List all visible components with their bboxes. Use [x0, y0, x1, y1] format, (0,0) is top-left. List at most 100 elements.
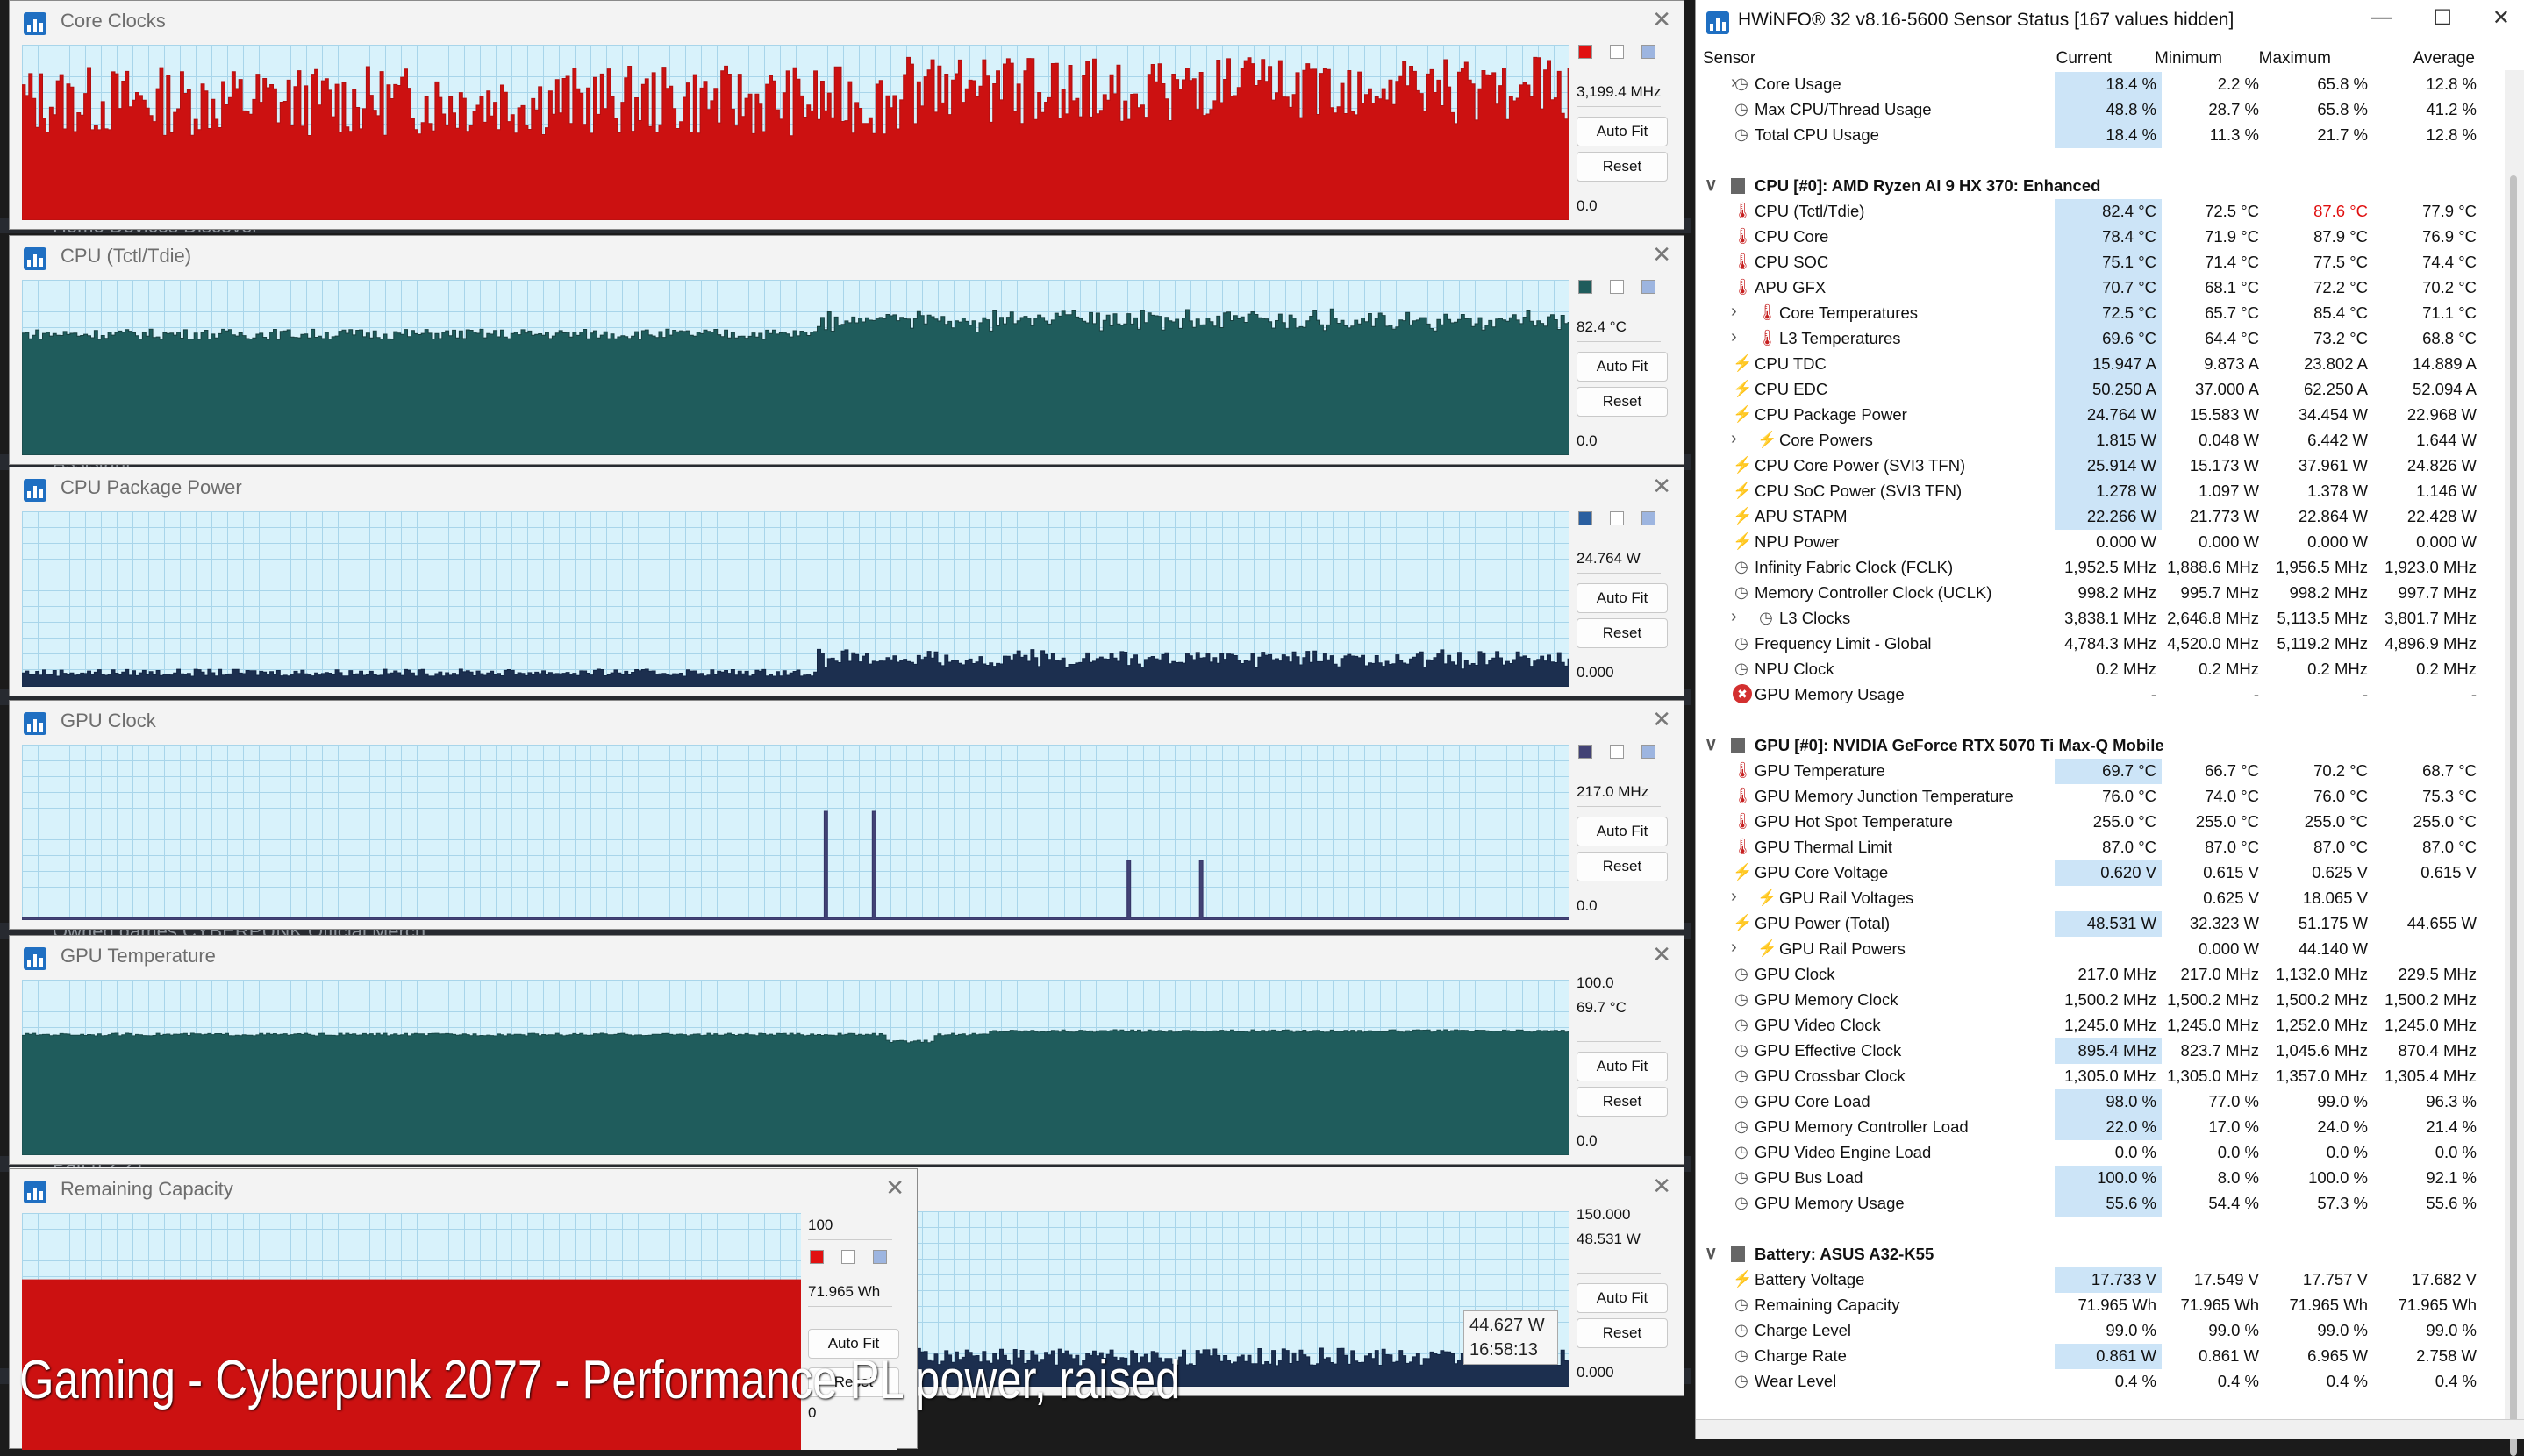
minimize-icon[interactable]: —	[2371, 5, 2392, 30]
auto-fit-button[interactable]: Auto Fit	[1577, 817, 1668, 846]
title-bar[interactable]: CPU (Tctl/Tdie) ✕	[10, 236, 1684, 280]
swatch-white[interactable]	[1610, 45, 1624, 59]
close-icon[interactable]: ✕	[1652, 473, 1671, 500]
swatch-blue[interactable]	[873, 1250, 887, 1264]
close-icon[interactable]: ✕	[1652, 241, 1671, 268]
sensor-row[interactable]: 🌡 APU GFX 70.7 °C 68.1 °C 72.2 °C 70.2 °C	[1696, 275, 2503, 301]
collapse-chevron-icon[interactable]: ∨	[1705, 1242, 1718, 1264]
swatch-white[interactable]	[1610, 511, 1624, 525]
swatch-color[interactable]	[1578, 45, 1592, 59]
sensor-row[interactable]: ◷ Infinity Fabric Clock (FCLK) 1,952.5 MHz…	[1696, 555, 2503, 581]
close-icon[interactable]: ✕	[1652, 1173, 1671, 1200]
auto-fit-button[interactable]: Auto Fit	[1577, 583, 1668, 613]
auto-fit-button[interactable]: Auto Fit	[1577, 1283, 1668, 1313]
sensor-row[interactable]: › 🌡 Core Temperatures 72.5 °C 65.7 °C 85.4 °C…	[1696, 301, 2503, 326]
sensor-row[interactable]: ◷ GPU Memory Controller Load 22.0 % 17.0 % 2…	[1696, 1115, 2503, 1140]
title-bar[interactable]: GPU Temperature ✕	[10, 936, 1684, 980]
sensor-row[interactable]: ✖ GPU Memory Usage - - - -	[1696, 682, 2503, 708]
sensor-row[interactable]: 🌡 CPU SOC 75.1 °C 71.4 °C 77.5 °C 74.4 °C	[1696, 250, 2503, 275]
swatch-white[interactable]	[841, 1250, 855, 1264]
expand-chevron-icon[interactable]: ›	[1731, 302, 1737, 322]
swatch-color[interactable]	[1578, 511, 1592, 525]
sensor-row[interactable]: ⚡ CPU TDC 15.947 A 9.873 A 23.802 A 14.889 A	[1696, 352, 2503, 377]
sensor-row[interactable]: ◷ GPU Bus Load 100.0 % 8.0 % 100.0 % 92.1 %	[1696, 1166, 2503, 1191]
close-icon[interactable]: ✕	[2492, 5, 2510, 31]
sensor-row[interactable]: ◷ Frequency Limit - Global 4,784.3 MHz 4,52…	[1696, 632, 2503, 657]
column-sensor[interactable]: Sensor	[1703, 49, 1755, 68]
sensor-row[interactable]: ⚡ CPU EDC 50.250 A 37.000 A 62.250 A 52.094 A	[1696, 377, 2503, 403]
graph-window[interactable]: CPU Package Power ✕ 24.764 W Auto Fit Reset 0…	[9, 467, 1684, 696]
reset-button[interactable]: Reset	[1577, 1087, 1668, 1117]
sensor-row[interactable]: 🌡 GPU Memory Junction Temperature 76.0 °C 7…	[1696, 784, 2503, 810]
swatch-white[interactable]	[1610, 280, 1624, 294]
reset-button[interactable]: Reset	[1577, 1318, 1668, 1348]
reset-button[interactable]: Reset	[1577, 852, 1668, 881]
swatch-white[interactable]	[1610, 745, 1624, 759]
swatch-blue[interactable]	[1641, 745, 1655, 759]
sensor-row[interactable]: › 🌡 L3 Temperatures 69.6 °C 64.4 °C 73.2 °C 68…	[1696, 326, 2503, 352]
sensor-row[interactable]: ⚡ GPU Power (Total) 48.531 W 32.323 W 51.175…	[1696, 911, 2503, 937]
sensor-group[interactable]: ∨ Battery: ASUS A32-K55	[1696, 1242, 2503, 1267]
expand-chevron-icon[interactable]: ›	[1731, 607, 1737, 627]
sensor-row[interactable]: ◷ Charge Level 99.0 % 99.0 % 99.0 % 99.0 %	[1696, 1318, 2503, 1344]
sensor-row[interactable]: ⚡ CPU Package Power 24.764 W 15.583 W 34.454…	[1696, 403, 2503, 428]
sensor-row[interactable]: ⚡ CPU Core Power (SVI3 TFN) 25.914 W 15.173…	[1696, 453, 2503, 479]
auto-fit-button[interactable]: Auto Fit	[1577, 352, 1668, 382]
hwinfo-sensor-window[interactable]: HWiNFO® 32 v8.16-5600 Sensor Status [167…	[1695, 0, 2524, 1456]
column-current[interactable]: Current	[2056, 49, 2112, 68]
expand-chevron-icon[interactable]: ›	[1731, 327, 1737, 347]
collapse-chevron-icon[interactable]: ∨	[1705, 733, 1718, 755]
maximize-icon[interactable]: ☐	[2433, 5, 2452, 31]
title-bar[interactable]: CPU Package Power ✕	[10, 467, 1684, 511]
collapse-chevron-icon[interactable]: ∨	[1705, 174, 1718, 196]
expand-chevron-icon[interactable]: ›	[1731, 938, 1737, 958]
graph-window[interactable]: GPU Temperature ✕ 69.7 °C Auto Fit Reset 0.0 1…	[9, 935, 1684, 1165]
sensor-row[interactable]: ◷ Memory Controller Clock (UCLK) 998.2 MHz…	[1696, 581, 2503, 606]
sensor-row[interactable]: ◷ Remaining Capacity 71.965 Wh 71.965 Wh 71.…	[1696, 1293, 2503, 1318]
reset-button[interactable]: Reset	[1577, 152, 1668, 182]
sensor-row[interactable]: ⚡ CPU SoC Power (SVI3 TFN) 1.278 W 1.097 W 1…	[1696, 479, 2503, 504]
sensor-row[interactable]: › ◷ L3 Clocks 3,838.1 MHz 2,646.8 MHz 5,113.5…	[1696, 606, 2503, 632]
sensor-row[interactable]: 🌡 CPU (Tctl/Tdie) 82.4 °C 72.5 °C 87.6 °C 77.…	[1696, 199, 2503, 225]
swatch-blue[interactable]	[1641, 45, 1655, 59]
close-icon[interactable]: ✕	[1652, 941, 1671, 968]
sensor-row[interactable]: ⚡ Battery Voltage 17.733 V 17.549 V 17.757 V…	[1696, 1267, 2503, 1293]
sensor-row[interactable]: ◷ GPU Video Engine Load 0.0 % 0.0 % 0.0 % 0.0…	[1696, 1140, 2503, 1166]
close-icon[interactable]: ✕	[1652, 6, 1671, 33]
sensor-row[interactable]: › ⚡ GPU Rail Voltages 0.625 V 18.065 V	[1696, 886, 2503, 911]
vertical-scrollbar[interactable]	[2505, 70, 2524, 1456]
expand-chevron-icon[interactable]: ›	[1731, 429, 1737, 449]
auto-fit-button[interactable]: Auto Fit	[1577, 117, 1668, 146]
title-bar[interactable]: HWiNFO® 32 v8.16-5600 Sensor Status [167…	[1696, 0, 2524, 44]
column-minimum[interactable]: Minimum	[2155, 49, 2222, 68]
sensor-row[interactable]: ◷ Charge Rate 0.861 W 0.861 W 6.965 W 2.758 W	[1696, 1344, 2503, 1369]
swatch-color[interactable]	[1578, 745, 1592, 759]
sensor-row[interactable]: › ⚡ GPU Rail Powers 0.000 W 44.140 W	[1696, 937, 2503, 962]
title-bar[interactable]: Remaining Capacity ✕	[10, 1169, 917, 1213]
sensor-group[interactable]: ∨ GPU [#0]: NVIDIA GeForce RTX 5070 Ti Ma…	[1696, 733, 2503, 759]
expand-chevron-icon[interactable]: ›	[1731, 887, 1737, 907]
sensor-row[interactable]: 🌡 GPU Temperature 69.7 °C 66.7 °C 70.2 °C 68.…	[1696, 759, 2503, 784]
sensor-group[interactable]: ∨ CPU [#0]: AMD Ryzen AI 9 HX 370: Enhanc…	[1696, 174, 2503, 199]
sensor-row[interactable]: ◷ GPU Video Clock 1,245.0 MHz 1,245.0 MHz 1,…	[1696, 1013, 2503, 1038]
sensor-row[interactable]: ◷ Max CPU/Thread Usage 48.8 % 28.7 % 65.8 % 4…	[1696, 97, 2503, 123]
swatch-red[interactable]	[810, 1250, 824, 1264]
sensor-row[interactable]: ◷ GPU Memory Usage 55.6 % 54.4 % 57.3 % 55.6 …	[1696, 1191, 2503, 1217]
sensor-row[interactable]: ◷ GPU Effective Clock 895.4 MHz 823.7 MHz 1,…	[1696, 1038, 2503, 1064]
sensor-row[interactable]: ⚡ APU STAPM 22.266 W 21.773 W 22.864 W 22.428…	[1696, 504, 2503, 530]
reset-button[interactable]: Reset	[1577, 618, 1668, 648]
scroll-thumb[interactable]	[2510, 175, 2517, 1456]
sensor-row[interactable]: 🌡 GPU Hot Spot Temperature 255.0 °C 255.0 °…	[1696, 810, 2503, 835]
sensor-row[interactable]: › ⚡ Core Powers 1.815 W 0.048 W 6.442 W 1.644 …	[1696, 428, 2503, 453]
sensor-row[interactable]: ◷ GPU Crossbar Clock 1,305.0 MHz 1,305.0 MH…	[1696, 1064, 2503, 1089]
sensor-row[interactable]: ⚡ GPU Core Voltage 0.620 V 0.615 V 0.625 V 0.…	[1696, 860, 2503, 886]
graph-window[interactable]: Core Clocks ✕ 3,199.4 MHz Auto Fit Reset 0.0	[9, 0, 1684, 230]
sensor-row[interactable]: ⚡ NPU Power 0.000 W 0.000 W 0.000 W 0.000 W	[1696, 530, 2503, 555]
graph-window[interactable]: CPU (Tctl/Tdie) ✕ 82.4 °C Auto Fit Reset 0.0	[9, 235, 1684, 465]
column-average[interactable]: Average	[2413, 49, 2475, 68]
swatch-blue[interactable]	[1641, 280, 1655, 294]
swatch-blue[interactable]	[1641, 511, 1655, 525]
sensor-row[interactable]: ◷ GPU Clock 217.0 MHz 217.0 MHz 1,132.0 MHz 2…	[1696, 962, 2503, 988]
title-bar[interactable]: Core Clocks ✕	[10, 1, 1684, 45]
swatch-color[interactable]	[1578, 280, 1592, 294]
